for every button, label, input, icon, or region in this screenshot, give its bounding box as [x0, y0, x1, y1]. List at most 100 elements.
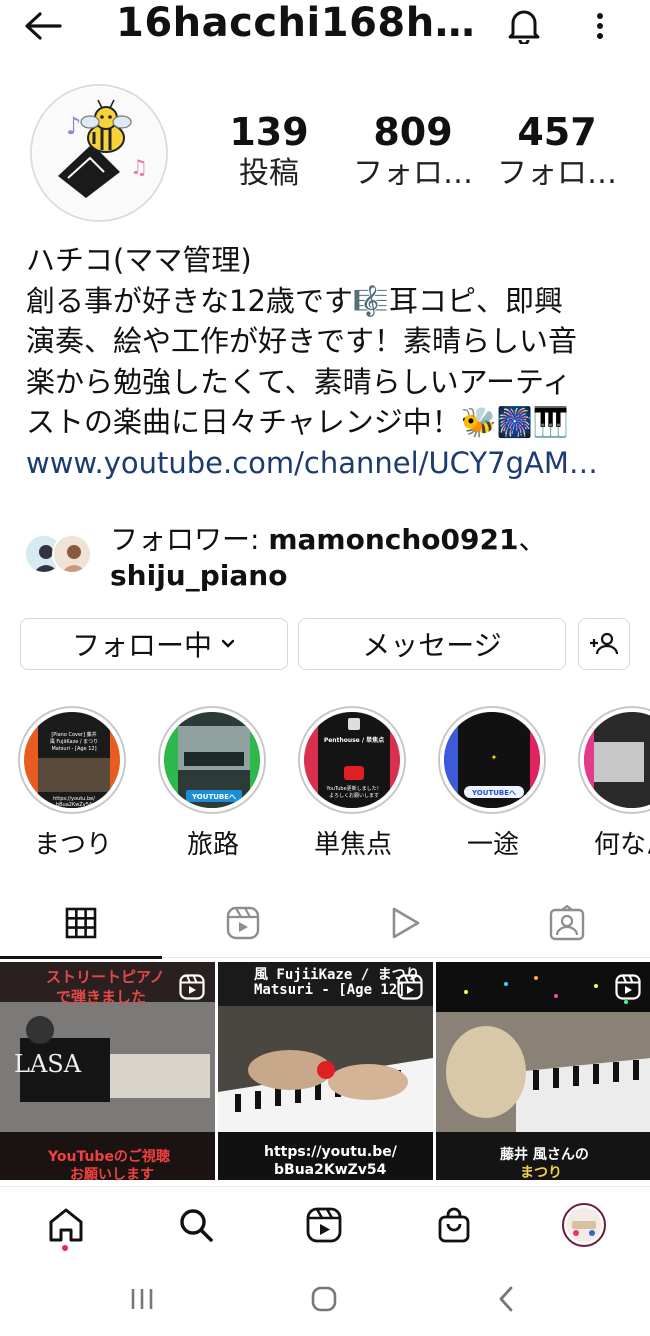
- followed-by-text: フォロワー: mamoncho0921、 shiju_piano: [110, 522, 630, 594]
- highlight-label: 一途: [466, 830, 519, 860]
- bio-website-link[interactable]: www.youtube.com/channel/UCY7gAM…: [26, 443, 624, 484]
- bio-line: 演奏、絵や工作が好きです！素晴らしい音: [26, 324, 578, 358]
- post-watermark: LASA: [14, 1050, 82, 1078]
- nav-search[interactable]: [172, 1201, 220, 1249]
- active-tab-indicator: [0, 956, 162, 959]
- reels-badge-icon: [397, 974, 423, 1000]
- story-highlights: [Piano Cover] 藤井 風 FujiiKaze / まつり Matsu…: [0, 700, 650, 860]
- highlight-cover: Penthouse / 単焦点 YouTube更新しました！ よろしくお願いしま…: [304, 712, 400, 808]
- post-caption-text: https://youtu.be/: [264, 1144, 397, 1160]
- play-icon: [392, 907, 420, 939]
- bio-line: 創る事が好きな12歳です🎼耳コピ、即興: [26, 283, 564, 318]
- posts-label: 投稿: [239, 156, 299, 191]
- nav-home[interactable]: [42, 1201, 90, 1249]
- nav-shop[interactable]: [430, 1201, 478, 1249]
- home-icon: [49, 1208, 83, 1242]
- tab-videos[interactable]: [324, 888, 486, 958]
- highlight-item[interactable]: ✦ YOUTUBEへ 一途: [438, 706, 548, 860]
- profile-username: 16hacchi168ha…: [116, 0, 486, 46]
- post-caption-text: まつり: [520, 1165, 562, 1180]
- bio-line: ストの楽曲に日々チャレンジ中！🐝🎆🎹: [26, 405, 570, 439]
- post-caption-text: YouTubeのご視聴: [48, 1149, 170, 1165]
- followed-by-separator: 、: [518, 523, 547, 556]
- search-icon: [180, 1209, 213, 1242]
- svg-text:Penthouse / 単焦点: Penthouse / 単焦点: [324, 736, 384, 744]
- notifications-button[interactable]: [502, 4, 546, 48]
- highlight-label: まつり: [33, 830, 112, 860]
- shopping-bag-icon: [438, 1207, 470, 1243]
- following-button[interactable]: フォロー中: [20, 618, 288, 670]
- following-label: フォロ…: [497, 156, 617, 191]
- recent-apps-icon: [131, 1289, 153, 1309]
- followers-label: フォロ…: [353, 156, 473, 191]
- profile-display-name: ハチコ(ママ管理): [26, 243, 252, 277]
- post-thumbnail[interactable]: 風 FujiiKaze / まつり Matsuri - [Age 12] htt…: [218, 962, 433, 1180]
- message-button-label: メッセージ: [362, 629, 502, 662]
- svg-text:YOUTUBEへ: YOUTUBEへ: [191, 793, 236, 801]
- tagged-person-icon: [549, 905, 585, 941]
- chevron-left-icon: [499, 1286, 513, 1312]
- tab-tagged[interactable]: [486, 888, 648, 958]
- svg-text:YOUTUBEへ: YOUTUBEへ: [471, 789, 516, 797]
- highlight-item[interactable]: [Piano Cover] 藤井 風 FujiiKaze / まつり Matsu…: [18, 706, 128, 860]
- profile-tabs: [0, 888, 650, 959]
- tab-grid[interactable]: [0, 888, 162, 958]
- suggested-users-button[interactable]: [578, 618, 630, 670]
- profile-avatar-icon: [562, 1203, 606, 1247]
- hachiko-bee-logo: ♪ ♫: [33, 87, 165, 219]
- grid-icon: [65, 907, 97, 939]
- highlight-item[interactable]: 何なん: [578, 706, 650, 860]
- svg-text:♪: ♪: [66, 112, 81, 140]
- back-system-button[interactable]: [486, 1282, 526, 1316]
- svg-text:bBua2KwZv54: bBua2KwZv54: [56, 802, 92, 808]
- post-caption-text: で弾きました: [56, 988, 147, 1006]
- highlight-cover: YOUTUBEへ: [164, 712, 260, 808]
- bell-icon: [508, 10, 540, 44]
- highlight-ring: YOUTUBEへ: [158, 706, 266, 814]
- post-thumbnail[interactable]: 藤井 風さんの まつり: [436, 962, 650, 1180]
- stat-posts[interactable]: 139 投稿: [204, 110, 334, 194]
- highlight-item[interactable]: YOUTUBEへ 旅路: [158, 706, 268, 860]
- home-circle-icon: [311, 1286, 337, 1312]
- nav-profile[interactable]: [560, 1201, 608, 1249]
- posts-grid: ストリートピアノ で弾きました LASA YouTubeのご視聴 お願いします …: [0, 962, 650, 1180]
- highlight-ring: ✦ YOUTUBEへ: [438, 706, 546, 814]
- profile-avatar[interactable]: ♪ ♫: [30, 84, 168, 222]
- bio-line: 楽から勉強したくて、素晴らしいアーティ: [26, 364, 572, 399]
- highlight-label: 単焦点: [313, 830, 392, 860]
- recent-apps-button[interactable]: [122, 1282, 162, 1316]
- svg-text:Matsuri - [Age 12]: Matsuri - [Age 12]: [51, 746, 96, 752]
- svg-text:✦: ✦: [491, 753, 498, 762]
- follower-username[interactable]: shiju_piano: [110, 559, 287, 592]
- highlight-label: 旅路: [186, 830, 239, 860]
- following-count: 457: [517, 110, 597, 154]
- highlight-item[interactable]: Penthouse / 単焦点 YouTube更新しました！ よろしくお願いしま…: [298, 706, 408, 860]
- follower-username[interactable]: mamoncho0921: [268, 523, 518, 556]
- svg-text:♫: ♫: [130, 155, 148, 179]
- stat-following[interactable]: 457 フォロ…: [492, 110, 622, 194]
- home-system-button[interactable]: [304, 1282, 344, 1316]
- highlight-ring: Penthouse / 単焦点 YouTube更新しました！ よろしくお願いしま…: [298, 706, 406, 814]
- highlight-label: 何なん: [593, 830, 650, 860]
- top-bar: 16hacchi168ha…: [0, 0, 650, 56]
- highlight-ring: [578, 706, 650, 814]
- svg-text:よろしくお願いします: よろしくお願いします: [329, 792, 379, 799]
- stat-followers[interactable]: 809 フォロ…: [348, 110, 478, 194]
- add-person-icon: [590, 632, 619, 655]
- arrow-left-icon: [25, 12, 62, 40]
- nav-reels[interactable]: [300, 1201, 348, 1249]
- message-button[interactable]: メッセージ: [298, 618, 566, 670]
- following-button-label: フォロー中: [71, 629, 212, 662]
- post-thumbnail[interactable]: ストリートピアノ で弾きました LASA YouTubeのご視聴 お願いします: [0, 962, 215, 1180]
- system-navigation-bar: [0, 1262, 650, 1336]
- follower-avatar: [52, 534, 92, 574]
- post-caption-text: bBua2KwZv54: [274, 1162, 387, 1178]
- home-activity-dot: [62, 1245, 68, 1251]
- highlight-cover: [584, 712, 650, 808]
- tab-reels[interactable]: [162, 888, 324, 958]
- followed-by[interactable]: フォロワー: mamoncho0921、 shiju_piano: [24, 520, 634, 596]
- reels-icon: [226, 906, 260, 940]
- reels-icon: [306, 1207, 342, 1243]
- back-button[interactable]: [20, 6, 66, 46]
- more-options-button[interactable]: [584, 4, 616, 48]
